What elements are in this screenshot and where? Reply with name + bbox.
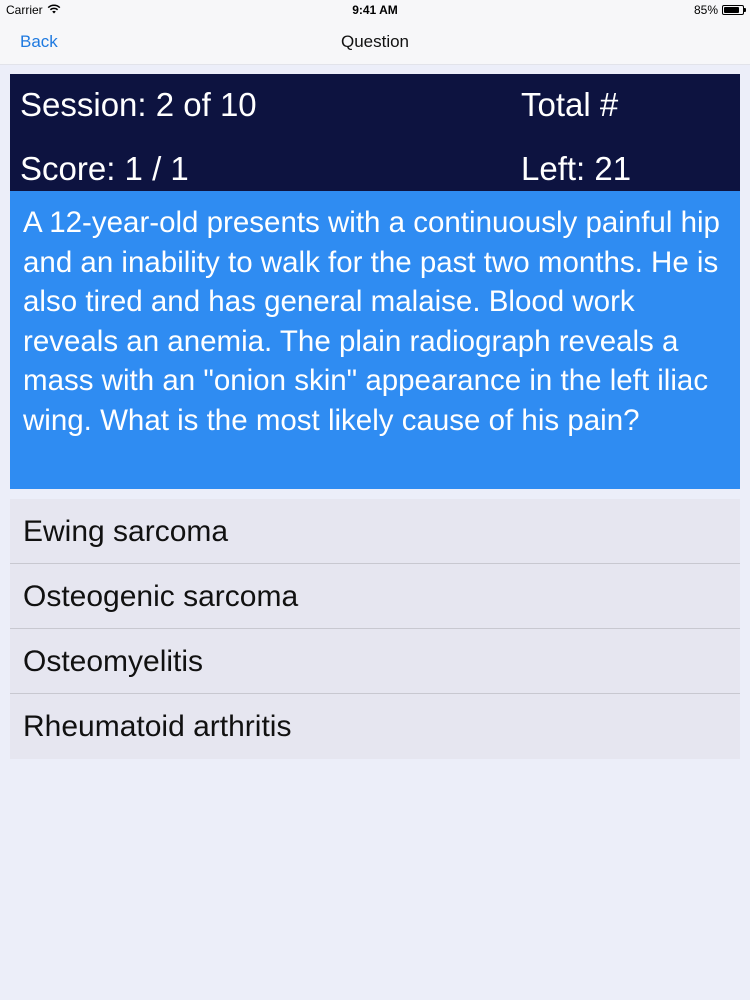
status-time: 9:41 AM	[352, 3, 398, 17]
answer-option[interactable]: Osteomyelitis	[10, 629, 740, 694]
session-label: Session: 2 of 10	[20, 86, 257, 123]
answer-option[interactable]: Ewing sarcoma	[10, 499, 740, 564]
status-right: 85%	[693, 3, 746, 17]
navigation-bar: Back Question	[0, 20, 750, 65]
nav-title: Question	[340, 32, 410, 51]
status-bar: Carrier 9:41 AM 85%	[0, 0, 750, 20]
answer-option[interactable]: Osteogenic sarcoma	[10, 564, 740, 629]
answer-option[interactable]: Rheumatoid arthritis	[10, 694, 740, 759]
score-panel: Session: 2 of 10 Total # Score: 1 / 1 Le…	[10, 74, 740, 191]
answer-list: Ewing sarcoma Osteogenic sarcoma Osteomy…	[10, 499, 740, 759]
battery-icon	[722, 5, 746, 15]
question-box: A 12-year-old presents with a continuous…	[10, 191, 740, 489]
question-text: A 12-year-old presents with a continuous…	[23, 206, 720, 437]
left-label: Left: 21	[521, 150, 632, 187]
battery-percent: 85%	[693, 3, 718, 17]
score-label: Score: 1 / 1	[20, 150, 189, 187]
total-label: Total #	[521, 86, 619, 123]
battery-fill	[724, 7, 740, 13]
